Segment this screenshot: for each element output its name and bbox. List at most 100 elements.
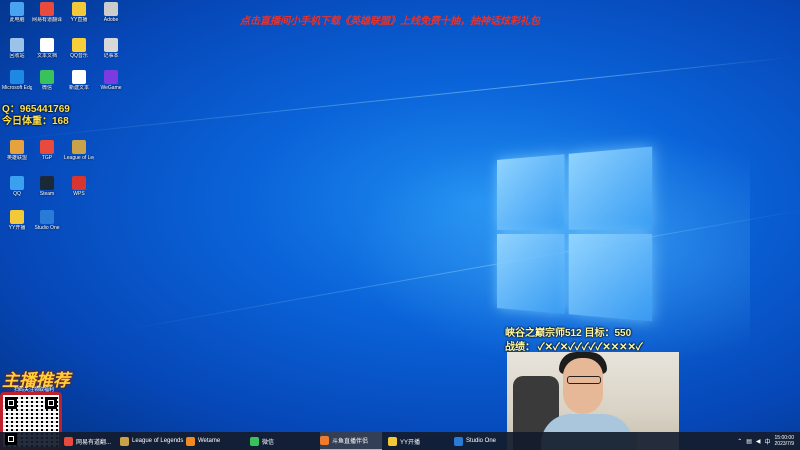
- app-icon: [72, 38, 86, 52]
- taskbar: 网易有道翻... League of Legends Wetame 微信 斗鱼直播伴侣 Y…: [0, 432, 800, 450]
- taskbar-item[interactable]: Wetame: [186, 432, 248, 450]
- app-icon: [104, 38, 118, 52]
- chevron-up-icon[interactable]: ⌃: [737, 438, 742, 445]
- taskbar-item-label: 网易有道翻...: [76, 439, 112, 446]
- app-icon: [72, 176, 86, 190]
- taskbar-app-icon: [64, 436, 73, 446]
- app-icon: [10, 70, 24, 84]
- desktop-icon-label: 回收站: [9, 53, 25, 59]
- desktop-icon[interactable]: QQ: [2, 176, 32, 197]
- desktop-icon[interactable]: QQ音乐: [64, 38, 94, 59]
- desktop-icon-label: 此电脑: [9, 17, 25, 23]
- volume-icon[interactable]: ◀: [756, 438, 761, 445]
- app-icon: [10, 140, 24, 154]
- app-icon: [72, 140, 86, 154]
- clock[interactable]: 15:00:00 2023/7/9: [775, 435, 794, 447]
- desktop-icon[interactable]: 新建文本: [64, 70, 94, 91]
- app-icon: [40, 38, 54, 52]
- qr-finder: [5, 397, 17, 409]
- desktop-icon-label: Microsoft Edge: [2, 85, 32, 91]
- taskbar-app-icon: [454, 436, 463, 446]
- qr-finder: [45, 397, 57, 409]
- desktop-icon-label: Steam: [39, 191, 55, 197]
- taskbar-item-label: 斗鱼直播伴侣: [332, 439, 369, 445]
- app-icon: [10, 210, 24, 224]
- desktop-icon[interactable]: 英雄联盟: [2, 140, 32, 161]
- rank-goal: 峡谷之巅宗师512 目标：550: [505, 328, 632, 339]
- desktop-icon[interactable]: Steam: [32, 176, 62, 197]
- taskbar-app-icon: [320, 436, 329, 445]
- qr-finder: [5, 433, 17, 445]
- taskbar-item-label: YY开播: [400, 439, 421, 446]
- app-icon: [72, 70, 86, 84]
- ime-icon[interactable]: 中: [765, 437, 771, 446]
- taskbar-app-icon: [120, 436, 129, 446]
- desktop-icon[interactable]: 此电脑: [2, 2, 32, 23]
- taskbar-item[interactable]: League of Legends: [120, 432, 186, 450]
- app-icon: [104, 70, 118, 84]
- windows-logo-pane: [568, 234, 653, 322]
- app-icon: [40, 140, 54, 154]
- desktop-icon[interactable]: YY开播: [2, 210, 32, 231]
- webcam-streamer-glasses: [567, 376, 601, 384]
- app-icon: [104, 2, 118, 16]
- desktop-icon-label: Adobe: [103, 17, 119, 23]
- app-icon: [10, 2, 24, 16]
- desktop-icon-label: League of Legends: [64, 155, 94, 161]
- desktop-icon-label: WeGame: [100, 85, 122, 91]
- taskbar-item-label: Wetame: [198, 438, 221, 444]
- clock-date: 2023/7/9: [774, 441, 794, 447]
- taskbar-item-label: Studio One: [466, 438, 497, 444]
- taskbar-app-icon: [250, 436, 259, 446]
- desktop-icon-label: TGP: [41, 155, 53, 161]
- desktop-icon[interactable]: League of Legends: [64, 140, 94, 161]
- app-icon: [10, 176, 24, 190]
- system-tray: ⌃ ▤ ◀ 中 15:00:00 2023/7/9: [737, 432, 800, 450]
- windows-logo-pane: [568, 146, 653, 230]
- desktop-icon-label: QQ音乐: [70, 53, 88, 59]
- desktop-icon[interactable]: 文本文档: [32, 38, 62, 59]
- taskbar-item[interactable]: 网易有道翻...: [64, 432, 126, 450]
- app-icon: [40, 2, 54, 16]
- desktop-icon[interactable]: WeGame: [96, 70, 126, 91]
- desktop-icon-label: 网易有道翻译: [32, 17, 62, 23]
- desktop-icon-label: 微信: [41, 85, 52, 91]
- windows-logo-pane: [497, 154, 565, 230]
- desktop-icon[interactable]: Microsoft Edge: [2, 70, 32, 91]
- taskbar-item[interactable]: 斗鱼直播伴侣: [320, 432, 382, 450]
- desktop-icon-label: QQ: [13, 191, 21, 197]
- desktop-icon[interactable]: 回收站: [2, 38, 32, 59]
- desktop-icon-label: 新建文本: [68, 85, 89, 91]
- taskbar-item-label: League of Legends: [132, 438, 184, 444]
- app-icon: [72, 2, 86, 16]
- windows-logo: [497, 146, 653, 322]
- desktop-icon-label: 英雄联盟: [6, 155, 27, 161]
- desktop-icon[interactable]: 记事本: [96, 38, 126, 59]
- taskbar-app-icon: [388, 436, 397, 446]
- desktop-icon-label: YY开播: [8, 225, 26, 231]
- app-icon: [10, 38, 24, 52]
- desktop-icon[interactable]: TGP: [32, 140, 62, 161]
- taskbar-item[interactable]: 微信: [250, 432, 312, 450]
- desktop-icon-label: 记事本: [103, 53, 119, 59]
- app-icon: [40, 176, 54, 190]
- taskbar-app-icon: [186, 436, 195, 446]
- desktop-icon[interactable]: 微信: [32, 70, 62, 91]
- network-icon[interactable]: ▤: [746, 438, 752, 445]
- weight-counter: 今日体重：168: [2, 116, 69, 127]
- webcam-streamer-head: [563, 358, 603, 414]
- desktop-icon[interactable]: Studio One: [32, 210, 62, 231]
- desktop-icon[interactable]: Adobe: [96, 2, 126, 23]
- taskbar-item[interactable]: YY开播: [388, 432, 450, 450]
- app-icon: [40, 210, 54, 224]
- desktop-icon[interactable]: WPS: [64, 176, 94, 197]
- taskbar-item-label: 微信: [262, 439, 275, 446]
- app-icon: [40, 70, 54, 84]
- desktop-icon[interactable]: YY直播: [64, 2, 94, 23]
- desktop-icon[interactable]: 网易有道翻译: [32, 2, 62, 23]
- taskbar-item[interactable]: Studio One: [454, 432, 516, 450]
- windows-logo-pane: [497, 234, 565, 314]
- match-record: 战绩： ✓✕✓✕✓✓✓✓✓✕✕✕✕✓: [505, 342, 643, 353]
- desktop-icon-label: WPS: [73, 191, 85, 197]
- desktop-icon-label: Studio One: [34, 225, 60, 231]
